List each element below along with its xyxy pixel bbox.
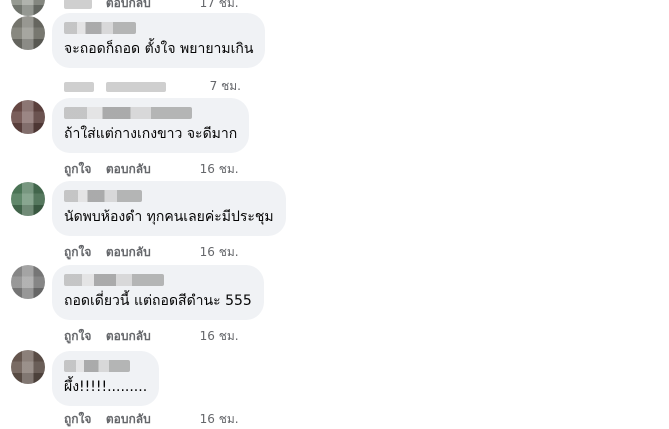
author-name[interactable] [64, 360, 130, 372]
comment-bubble: จะถอดก็ถอด ตั้งใจ พยายามเกิน [52, 13, 266, 68]
avatar[interactable] [11, 182, 45, 216]
like-button[interactable] [64, 79, 102, 93]
comment-bubble: นัดพบห้องดำ ทุกคนเลยค่ะมีประชุม [52, 181, 286, 236]
avatar[interactable] [11, 0, 45, 16]
like-button[interactable]: ถูกใจ [64, 243, 102, 262]
timestamp[interactable]: 16 ชม. [200, 410, 239, 429]
comment-actions: ถูกใจ ตอบกลับ 16 ชม. [64, 410, 239, 429]
reply-button[interactable]: ตอบกลับ [106, 327, 196, 346]
timestamp[interactable]: 16 ชม. [200, 243, 239, 262]
author-name[interactable] [64, 274, 164, 286]
avatar[interactable] [11, 350, 45, 384]
comment-actions: 7 ชม. [64, 77, 241, 96]
avatar[interactable] [11, 265, 45, 299]
reply-button[interactable] [105, 79, 206, 93]
comment-actions: ตอบกลับ 17 ชม. [64, 0, 239, 13]
comment-actions: ถูกใจ ตอบกลับ 16 ชม. [64, 243, 239, 262]
timestamp[interactable]: 16 ชม. [200, 160, 239, 179]
like-button[interactable]: ถูกใจ [64, 160, 102, 179]
reply-button[interactable]: ตอบกลับ [106, 0, 196, 13]
comment-text: ผึ้ง!!!!!......... [64, 379, 148, 395]
reply-button[interactable]: ตอบกลับ [106, 410, 196, 429]
avatar[interactable] [11, 16, 45, 50]
timestamp[interactable]: 16 ชม. [200, 327, 239, 346]
comment-actions: ถูกใจ ตอบกลับ 16 ชม. [64, 327, 239, 346]
reply-button[interactable]: ตอบกลับ [106, 160, 196, 179]
timestamp[interactable]: 7 ชม. [210, 77, 241, 96]
comment-text: จะถอดก็ถอด ตั้งใจ พยายามเกิน [64, 41, 254, 57]
reply-button[interactable]: ตอบกลับ [106, 243, 196, 262]
like-button[interactable]: ถูกใจ [64, 410, 102, 429]
author-name[interactable] [64, 107, 192, 119]
timestamp[interactable]: 17 ชม. [200, 0, 239, 13]
comment-actions: ถูกใจ ตอบกลับ 16 ชม. [64, 160, 239, 179]
comment-bubble: ถอดเดี่ยวนี้ แต่ถอดสีดำนะ 555 [52, 265, 264, 320]
comment-bubble: ถ้าใส่แต่กางเกงขาว จะดีมาก [52, 98, 250, 153]
comment-text: ถ้าใส่แต่กางเกงขาว จะดีมาก [64, 126, 238, 142]
author-name[interactable] [64, 22, 136, 34]
like-button[interactable] [64, 0, 102, 10]
comment-text: นัดพบห้องดำ ทุกคนเลยค่ะมีประชุม [64, 209, 274, 225]
comment-text: ถอดเดี่ยวนี้ แต่ถอดสีดำนะ 555 [64, 293, 252, 309]
avatar[interactable] [11, 100, 45, 134]
author-name[interactable] [64, 190, 142, 202]
comment-bubble: ผึ้ง!!!!!......... [52, 351, 160, 406]
like-button[interactable]: ถูกใจ [64, 327, 102, 346]
